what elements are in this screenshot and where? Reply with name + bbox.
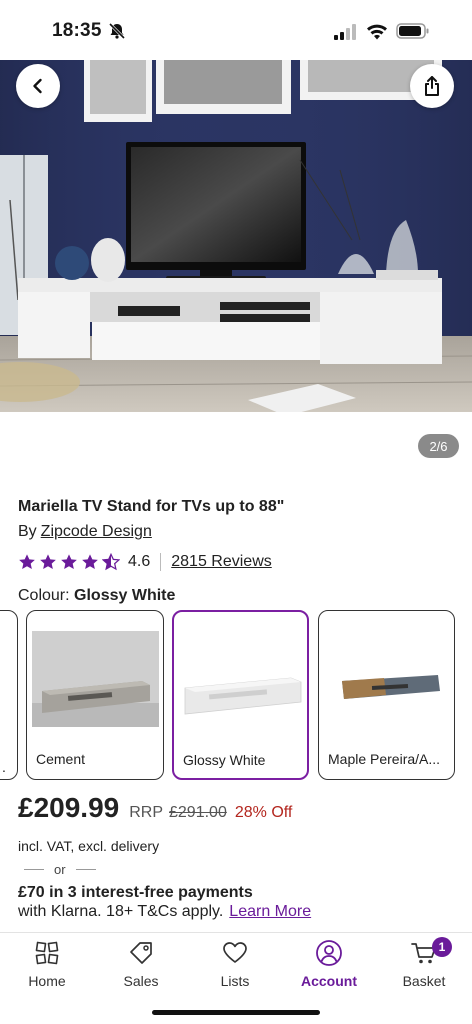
home-indicator — [152, 1010, 320, 1015]
bell-mute-icon — [108, 22, 126, 40]
colour-swatch-maple-pereira[interactable]: Maple Pereira/A... — [318, 610, 455, 780]
tag-icon — [130, 942, 152, 964]
share-button[interactable] — [410, 64, 454, 108]
star-full-icon — [61, 554, 77, 570]
swatch-image-cement — [32, 631, 159, 727]
star-full-icon — [82, 554, 98, 570]
or-separator: or — [24, 862, 96, 877]
nav-label: Lists — [220, 973, 250, 989]
nav-basket[interactable]: 1 Basket — [384, 937, 464, 993]
heart-icon — [223, 942, 247, 963]
star-rating — [18, 553, 120, 571]
star-half-icon — [102, 553, 120, 571]
swatch-label: Glossy White — [183, 752, 266, 768]
home-icon — [35, 941, 59, 965]
discount-badge: 28% Off — [234, 804, 293, 821]
rating-divider — [160, 553, 162, 571]
colour-label-prefix: Colour: — [18, 587, 70, 604]
klarna-terms: with Klarna. 18+ T&Cs apply. Learn More — [18, 903, 311, 921]
back-button[interactable] — [16, 64, 60, 108]
brand-line: By Zipcode Design — [18, 523, 152, 541]
swatch-label: Cement — [36, 751, 86, 767]
rating-value: 4.6 — [128, 553, 151, 570]
nav-account[interactable]: Account — [289, 939, 369, 993]
reviews-link[interactable]: 2815 Reviews — [171, 553, 272, 571]
rating-row: 4.6 2815 Reviews — [18, 551, 272, 573]
nav-label: Basket — [402, 973, 446, 989]
price-row: £209.99 RRP £291.00 28% Off — [18, 792, 292, 824]
basket-count-badge: 1 — [432, 937, 452, 957]
colour-swatch-cement[interactable]: Cement — [26, 610, 164, 780]
cellular-signal-icon — [334, 24, 356, 40]
product-page: 18:35 2/6 Mariella TV Stand for TVs up t… — [0, 0, 472, 1024]
image-counter: 2/6 — [418, 434, 459, 458]
swatch-label: Maple Pereira/A... — [328, 751, 441, 767]
product-photo — [0, 60, 472, 412]
brand-link[interactable]: Zipcode Design — [41, 523, 152, 540]
star-full-icon — [19, 554, 35, 570]
chevron-left-icon — [33, 78, 42, 94]
price: £209.99 — [18, 792, 120, 823]
nav-home[interactable]: Home — [7, 939, 87, 993]
rrp-value: £291.00 — [169, 804, 227, 821]
nav-label: Account — [301, 973, 357, 989]
nav-label: Home — [28, 973, 66, 989]
vat-note: incl. VAT, excl. delivery — [18, 838, 160, 854]
swatch-image-glossy-white — [179, 632, 306, 728]
colour-label: Colour: Glossy White — [18, 587, 175, 605]
product-title: Mariella TV Stand for TVs up to 88" — [18, 498, 285, 515]
brand-prefix: By — [18, 523, 37, 540]
learn-more-link[interactable]: Learn More — [229, 903, 311, 920]
star-full-icon — [40, 554, 56, 570]
battery-icon — [396, 23, 429, 39]
wifi-icon — [367, 24, 387, 40]
swatch-image-maple-pereira — [324, 631, 451, 727]
nav-label: Sales — [123, 973, 159, 989]
status-bar: 18:35 — [0, 0, 472, 60]
share-icon — [425, 76, 439, 96]
or-line-right — [75, 869, 96, 870]
selected-colour: Glossy White — [74, 587, 176, 604]
klarna-terms-text: with Klarna. 18+ T&Cs apply. — [18, 903, 224, 920]
swatch-label-partial: . — [2, 759, 6, 775]
or-text: or — [54, 862, 66, 877]
colour-swatch-glossy-white[interactable]: Glossy White — [172, 610, 309, 780]
nav-sales[interactable]: Sales — [101, 939, 181, 993]
product-image-gallery[interactable] — [0, 60, 472, 412]
or-line-left — [24, 869, 44, 870]
rrp-label: RRP — [129, 804, 163, 821]
nav-lists[interactable]: Lists — [195, 939, 275, 993]
klarna-offer: £70 in 3 interest-free payments — [18, 884, 253, 901]
account-icon — [316, 940, 342, 966]
status-time: 18:35 — [52, 20, 102, 41]
colour-swatch-previous[interactable]: . — [0, 610, 18, 780]
